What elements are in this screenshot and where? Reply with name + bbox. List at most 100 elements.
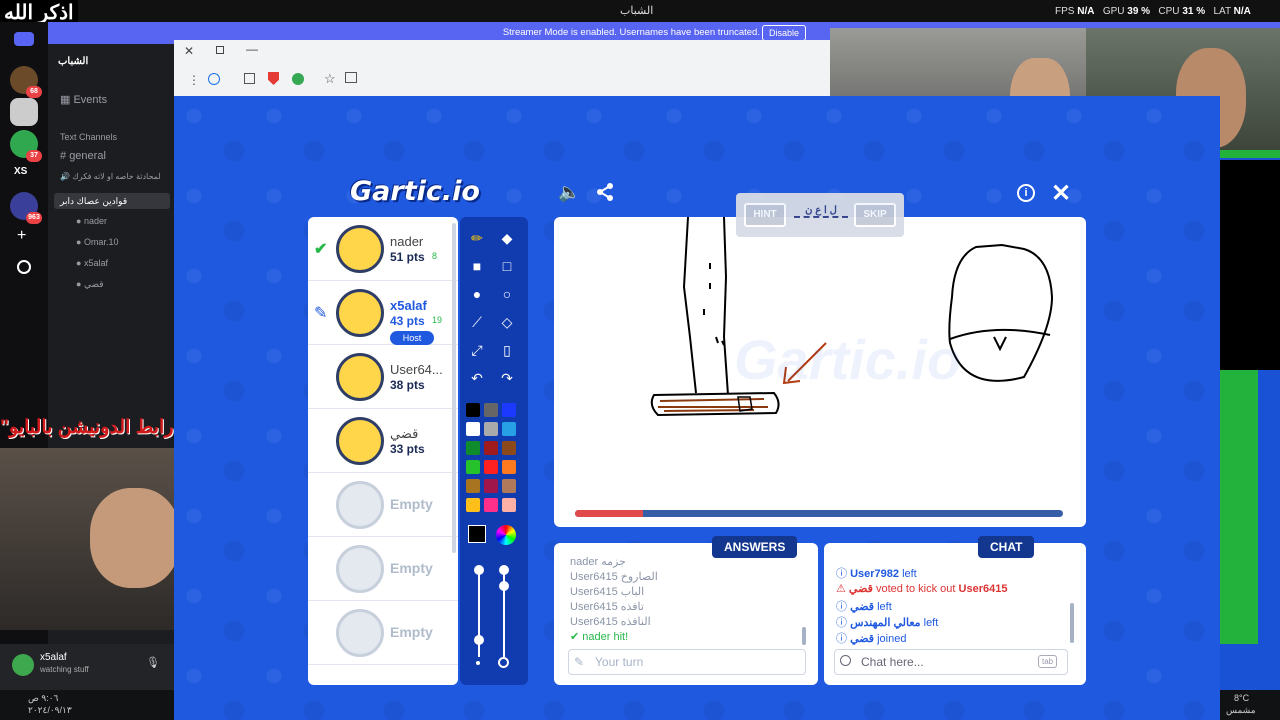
- explore-icon[interactable]: [17, 260, 31, 274]
- color-swatch[interactable]: [502, 460, 516, 474]
- color-swatch[interactable]: [484, 422, 498, 436]
- slider-handle[interactable]: [499, 581, 509, 591]
- text-channels-header[interactable]: Text Channels: [60, 132, 117, 142]
- discord-icon[interactable]: [14, 32, 34, 46]
- cast-icon[interactable]: [345, 72, 357, 83]
- avatar[interactable]: [12, 654, 34, 676]
- slider-handle[interactable]: [474, 635, 484, 645]
- color-swatch[interactable]: [466, 403, 480, 417]
- empty-slot: Empty: [390, 560, 433, 576]
- player-row[interactable]: ✔ nader 51 pts 8: [308, 217, 458, 281]
- bucket-icon[interactable]: ◆: [496, 227, 518, 249]
- hint-button[interactable]: HINT: [744, 203, 786, 227]
- answer-hit: ✔ nader hit!: [570, 631, 629, 643]
- side-strip: [1220, 160, 1280, 370]
- speaker-icon[interactable]: 🔈: [558, 182, 580, 204]
- slider-handle[interactable]: [499, 565, 509, 575]
- menu-icon[interactable]: ⋮: [188, 73, 200, 87]
- points-gain: 8: [432, 251, 438, 261]
- events-item[interactable]: ▦ Events: [60, 93, 107, 106]
- close-icon[interactable]: ✕: [184, 44, 194, 58]
- chat-message: ⓘ معالي المهندس left: [836, 617, 939, 629]
- slider-handle[interactable]: [474, 565, 484, 575]
- voice-channel-active[interactable]: قوادين عصاك دابر: [54, 193, 170, 209]
- color-swatch[interactable]: [484, 403, 498, 417]
- hint-word: ل ا ع ن: [794, 205, 848, 218]
- maximize-icon[interactable]: [216, 46, 224, 54]
- extensions-icon[interactable]: [244, 73, 255, 84]
- player-row[interactable]: قضي 33 pts: [308, 409, 458, 473]
- server-name[interactable]: الشباب: [58, 56, 88, 67]
- clock-time: ٩:٠٦ ص: [28, 693, 59, 703]
- color-swatch[interactable]: [502, 498, 516, 512]
- voice-user[interactable]: ● nader: [76, 216, 107, 226]
- color-swatch[interactable]: [484, 441, 498, 455]
- pencil-icon[interactable]: ✏: [466, 227, 488, 249]
- channel-voice-2[interactable]: 🔊 لمحادثة خاصه او لاته فكرك: [60, 172, 161, 181]
- color-swatch[interactable]: [502, 479, 516, 493]
- player-row[interactable]: ✎ x5alaf 43 pts 19 Host: [308, 281, 458, 345]
- voice-user[interactable]: ● x5alaf: [76, 258, 108, 268]
- color-swatch[interactable]: [502, 422, 516, 436]
- clock-date: ٢٠٢٤/٠٩/١٣: [28, 705, 72, 715]
- avatar: [336, 289, 384, 337]
- close-icon[interactable]: ✕: [1051, 179, 1071, 208]
- dropper-icon[interactable]: ⤢: [466, 339, 488, 361]
- current-color[interactable]: [468, 525, 486, 543]
- color-swatch[interactable]: [466, 441, 480, 455]
- color-swatch[interactable]: [484, 460, 498, 474]
- redo-icon[interactable]: ↷: [496, 367, 518, 389]
- server-icon[interactable]: 963: [10, 192, 42, 224]
- share-icon[interactable]: [595, 182, 615, 202]
- avatar: [336, 353, 384, 401]
- player-row[interactable]: User64... 38 pts: [308, 345, 458, 409]
- page-icon[interactable]: ▯: [496, 339, 518, 361]
- hint-box: HINT ل ا ع ن SKIP: [736, 193, 904, 237]
- voice-user[interactable]: ● Omar.10: [76, 237, 118, 247]
- color-swatch[interactable]: [466, 460, 480, 474]
- channel-general[interactable]: # general: [60, 150, 106, 162]
- line-icon[interactable]: ⟋: [466, 311, 488, 333]
- server-icon-xs[interactable]: XS: [14, 166, 27, 177]
- color-swatch[interactable]: [466, 422, 480, 436]
- square-icon[interactable]: □: [496, 255, 518, 277]
- server-icon[interactable]: [10, 98, 38, 126]
- shield-icon[interactable]: [268, 72, 279, 85]
- mic-icon[interactable]: 🎙: [146, 656, 160, 669]
- color-swatch[interactable]: [502, 403, 516, 417]
- extension-icon[interactable]: [292, 73, 304, 85]
- color-swatch[interactable]: [484, 479, 498, 493]
- user-name: x5alaf: [40, 652, 67, 663]
- add-server-icon[interactable]: +: [17, 227, 26, 245]
- chat-input[interactable]: Chat here...: [834, 649, 1068, 675]
- scrollbar[interactable]: [802, 627, 806, 645]
- server-icon[interactable]: 37: [10, 130, 42, 162]
- eraser-icon[interactable]: ◇: [496, 311, 518, 333]
- minimize-icon[interactable]: —: [246, 42, 258, 56]
- skip-button[interactable]: SKIP: [854, 203, 896, 227]
- chat-message: ⚠ قضي voted to kick out User6415: [836, 583, 1008, 595]
- bookmark-star-icon[interactable]: ☆: [324, 71, 336, 87]
- circle-icon[interactable]: ○: [496, 283, 518, 305]
- server-icon[interactable]: 68: [10, 66, 42, 98]
- profile-icon[interactable]: [208, 73, 220, 85]
- color-swatch[interactable]: [466, 479, 480, 493]
- scrollbar[interactable]: [452, 223, 456, 553]
- disable-button[interactable]: Disable: [762, 25, 807, 41]
- user-panel: x5alaf watching stuff 🎙: [0, 644, 174, 690]
- info-icon[interactable]: i: [1017, 184, 1035, 202]
- color-swatch[interactable]: [502, 441, 516, 455]
- scrollbar[interactable]: [1070, 603, 1074, 643]
- pencil-icon: ✎: [314, 305, 328, 322]
- undo-icon[interactable]: ↶: [466, 367, 488, 389]
- answer-input[interactable]: Your turn: [568, 649, 806, 675]
- color-swatch[interactable]: [466, 498, 480, 512]
- filled-circle-icon[interactable]: ●: [466, 283, 488, 305]
- voice-user[interactable]: ● قضي: [76, 279, 104, 290]
- drawing-canvas[interactable]: Gartic.io: [554, 217, 1086, 527]
- browser-window: ✕ — ⋮ ☆: [174, 40, 834, 96]
- avatar: [336, 417, 384, 465]
- filled-square-icon[interactable]: ■: [466, 255, 488, 277]
- color-swatch[interactable]: [484, 498, 498, 512]
- color-wheel-icon[interactable]: [496, 525, 516, 545]
